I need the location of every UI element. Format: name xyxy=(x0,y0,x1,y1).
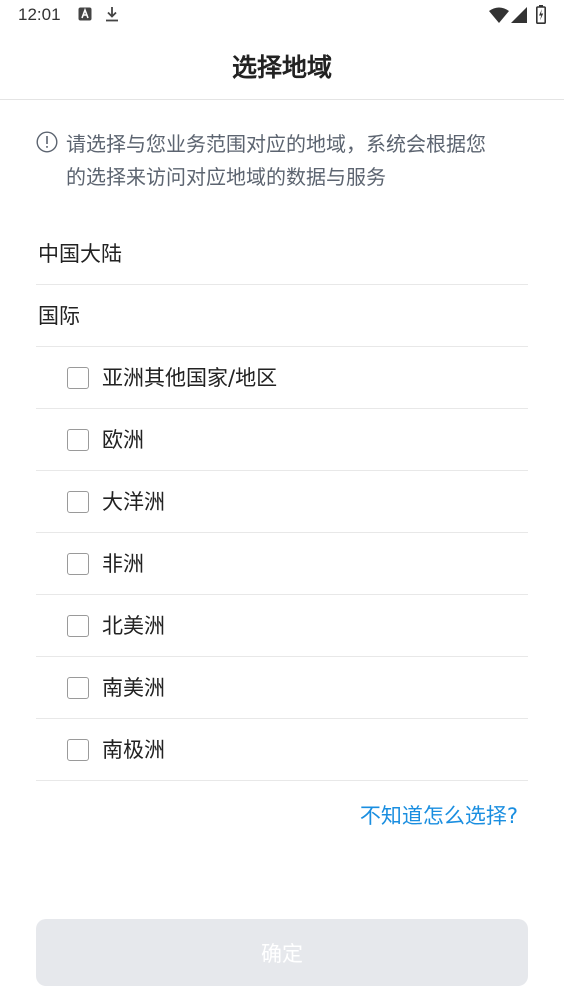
region-asia-other-label: 亚洲其他国家/地区 xyxy=(102,366,278,390)
region-antarctica-row[interactable]: 南极洲 xyxy=(36,719,528,781)
region-south-america-checkbox[interactable] xyxy=(67,677,89,699)
status-time: 12:01 xyxy=(18,5,61,24)
region-international-label: 国际 xyxy=(38,304,80,328)
notice-line-2: 的选择来访问对应地域的数据与服务 xyxy=(66,165,386,189)
region-oceania-label: 大洋洲 xyxy=(102,490,165,514)
region-antarctica-label: 南极洲 xyxy=(102,738,165,762)
region-mainland-label: 中国大陆 xyxy=(38,242,122,266)
notice-line-1: 请选择与您业务范围对应的地域，系统会根据您 xyxy=(66,132,486,156)
region-south-america-row[interactable]: 南美洲 xyxy=(36,657,528,719)
battery-charging-icon xyxy=(536,5,546,28)
wifi-icon xyxy=(489,7,509,27)
region-africa-checkbox[interactable] xyxy=(67,553,89,575)
notice-text: 请选择与您业务范围对应的地域，系统会根据您 的选择来访问对应地域的数据与服务 xyxy=(66,128,528,194)
region-europe-label: 欧洲 xyxy=(102,428,144,452)
region-africa-row[interactable]: 非洲 xyxy=(36,533,528,595)
region-north-america-checkbox[interactable] xyxy=(67,615,89,637)
region-antarctica-checkbox[interactable] xyxy=(67,739,89,761)
region-asia-other-row[interactable]: 亚洲其他国家/地区 xyxy=(36,347,528,409)
region-north-america-label: 北美洲 xyxy=(102,614,165,638)
region-asia-other-checkbox[interactable] xyxy=(67,367,89,389)
region-mainland-row[interactable]: 中国大陆 xyxy=(36,223,528,285)
notice: 请选择与您业务范围对应的地域，系统会根据您 的选择来访问对应地域的数据与服务 xyxy=(36,128,528,194)
page-title: 选择地域 xyxy=(231,53,332,82)
help-choose-link[interactable]: 不知道怎么选择? xyxy=(360,800,518,830)
confirm-button[interactable]: 确定 xyxy=(36,919,528,986)
region-oceania-row[interactable]: 大洋洲 xyxy=(36,471,528,533)
status-bar: 12:01 xyxy=(0,0,564,30)
region-north-america-row[interactable]: 北美洲 xyxy=(36,595,528,657)
region-south-america-label: 南美洲 xyxy=(102,676,165,700)
notification-a-icon xyxy=(78,6,92,25)
region-europe-checkbox[interactable] xyxy=(67,429,89,451)
region-international-row[interactable]: 国际 xyxy=(36,285,528,347)
header: 选择地域 xyxy=(0,30,564,100)
info-circle-icon xyxy=(36,131,58,157)
download-icon xyxy=(104,6,120,26)
region-africa-label: 非洲 xyxy=(102,552,144,576)
signal-icon xyxy=(511,7,527,27)
region-europe-row[interactable]: 欧洲 xyxy=(36,409,528,471)
region-oceania-checkbox[interactable] xyxy=(67,491,89,513)
